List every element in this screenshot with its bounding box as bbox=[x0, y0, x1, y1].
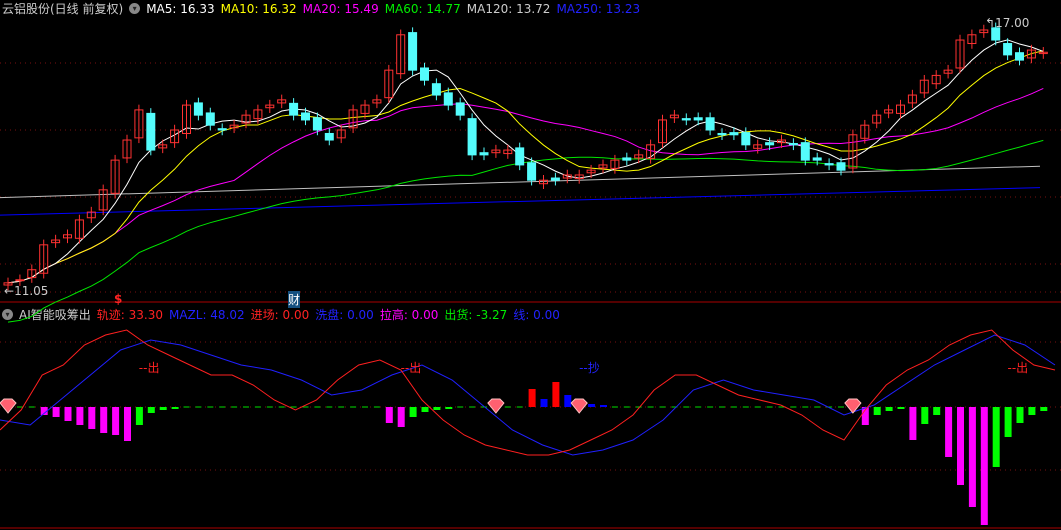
histogram-bar bbox=[135, 407, 143, 425]
candle-body bbox=[408, 32, 418, 71]
candle-body bbox=[467, 118, 477, 156]
candle-body bbox=[1003, 43, 1013, 56]
histogram-bar bbox=[409, 407, 417, 417]
histogram-bar bbox=[1004, 407, 1012, 437]
histogram-bar bbox=[100, 407, 108, 433]
candle-body bbox=[836, 162, 846, 171]
histogram-bar bbox=[385, 407, 393, 423]
candle-body bbox=[146, 112, 156, 151]
histogram-bar bbox=[933, 407, 941, 415]
histogram-bar bbox=[421, 407, 429, 412]
mazl-line bbox=[0, 334, 1056, 456]
candle-body bbox=[824, 163, 834, 166]
candle-body bbox=[217, 128, 227, 131]
histogram-bar bbox=[980, 407, 988, 525]
histogram-bar bbox=[159, 407, 167, 410]
diamond-icon bbox=[570, 398, 588, 414]
finance-marker[interactable]: 财 bbox=[288, 291, 301, 308]
candle-body bbox=[550, 177, 560, 181]
track-line bbox=[0, 329, 1056, 456]
candle-body bbox=[312, 117, 322, 131]
low-price-marker: ←11.05 bbox=[4, 284, 49, 298]
ma10-line bbox=[7, 50, 1044, 284]
candle-body bbox=[622, 157, 632, 161]
histogram-bar bbox=[76, 407, 84, 425]
candle-body bbox=[765, 142, 775, 146]
histogram-bar bbox=[957, 407, 964, 485]
candle-body bbox=[788, 143, 798, 146]
candle-body bbox=[205, 112, 215, 126]
candle-body bbox=[1015, 52, 1024, 61]
candle-body bbox=[455, 102, 465, 116]
candle-body bbox=[479, 152, 489, 156]
high-price-marker: ↰17.00 bbox=[985, 16, 1030, 30]
candle-body bbox=[693, 117, 703, 121]
ma5-line bbox=[7, 39, 1044, 284]
candle-body bbox=[515, 147, 525, 166]
candle-body bbox=[717, 132, 727, 136]
histogram-bar bbox=[921, 407, 929, 424]
histogram-bar bbox=[564, 395, 572, 407]
histogram-bar bbox=[897, 407, 905, 409]
sell-signal: --出 bbox=[138, 361, 160, 375]
histogram-bar bbox=[1040, 407, 1048, 411]
histogram-bar bbox=[88, 407, 96, 429]
histogram-bar bbox=[1016, 407, 1024, 423]
histogram-bar bbox=[397, 407, 405, 427]
dollar-marker[interactable]: $ bbox=[114, 292, 122, 306]
candle-body bbox=[301, 112, 310, 121]
histogram-bar bbox=[64, 407, 72, 421]
histogram-bar bbox=[540, 399, 548, 407]
candle-body bbox=[800, 142, 810, 161]
histogram-bar bbox=[873, 407, 881, 415]
diamond-icon bbox=[844, 398, 862, 414]
candle-body bbox=[193, 102, 203, 116]
histogram-bar bbox=[112, 407, 120, 435]
candle-body bbox=[15, 279, 25, 282]
candle-body bbox=[812, 157, 822, 161]
ma120-line bbox=[0, 165, 1041, 199]
diamond-icon bbox=[0, 398, 17, 414]
candle-body bbox=[420, 67, 429, 81]
buy-signal: --抄 bbox=[579, 361, 600, 375]
histogram-bar bbox=[968, 407, 976, 507]
high-price: 17.00 bbox=[995, 16, 1030, 30]
histogram-bar bbox=[171, 407, 179, 409]
low-price: 11.05 bbox=[14, 284, 49, 298]
histogram-bar bbox=[588, 404, 596, 407]
histogram-bar bbox=[445, 407, 453, 409]
candle-body bbox=[324, 132, 334, 141]
candle-body bbox=[289, 102, 299, 116]
candle-body bbox=[729, 132, 739, 136]
ma250-line bbox=[0, 187, 1041, 216]
histogram-bar bbox=[147, 407, 155, 413]
histogram-bar bbox=[885, 407, 893, 411]
diamond-icon bbox=[487, 398, 505, 414]
histogram-bar bbox=[1028, 407, 1036, 415]
chart-canvas[interactable] bbox=[0, 0, 1061, 530]
histogram-bar bbox=[909, 407, 917, 440]
histogram-bar bbox=[52, 407, 60, 417]
candle-body bbox=[681, 118, 691, 121]
candle-body bbox=[431, 83, 441, 96]
histogram-bar bbox=[992, 407, 1000, 467]
histogram-bar bbox=[124, 407, 131, 441]
ma20-line bbox=[7, 87, 1044, 284]
sell-signal: --出 bbox=[400, 361, 422, 375]
histogram-bar bbox=[433, 407, 441, 410]
histogram-bar bbox=[552, 382, 560, 407]
ma60-line bbox=[7, 139, 1044, 323]
histogram-bar bbox=[600, 405, 607, 407]
sell-signal: --出 bbox=[1007, 361, 1029, 375]
candle-body bbox=[443, 92, 453, 106]
candle-body bbox=[741, 132, 751, 146]
candle-body bbox=[527, 162, 537, 181]
histogram-bar bbox=[945, 407, 953, 457]
histogram-bar bbox=[528, 389, 536, 407]
candle-body bbox=[705, 117, 715, 131]
